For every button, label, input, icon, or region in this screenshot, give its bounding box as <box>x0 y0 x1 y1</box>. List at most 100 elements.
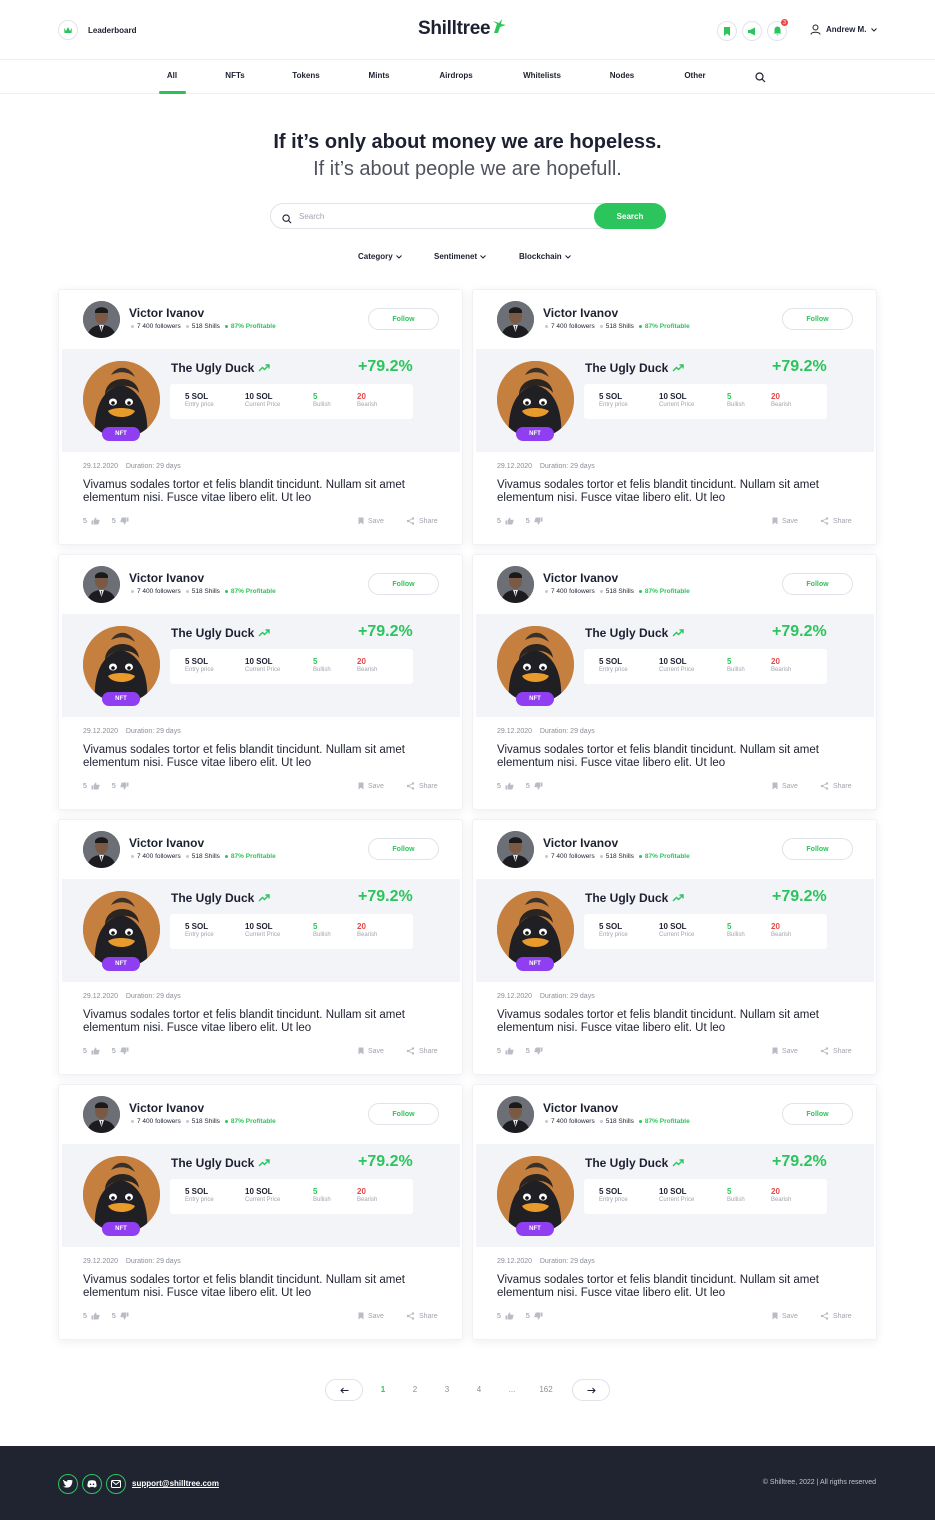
share-button[interactable]: Share <box>833 783 852 790</box>
avatar[interactable] <box>83 1096 120 1133</box>
nft-title[interactable]: The Ugly Duck <box>585 361 685 375</box>
discord-icon[interactable] <box>82 1474 102 1494</box>
shill-card[interactable]: Victor Ivanov 7 400 followers 518 Shills… <box>472 289 877 545</box>
thumbs-down-icon[interactable] <box>120 1047 129 1055</box>
author-name[interactable]: Victor Ivanov <box>129 836 204 850</box>
share-icon[interactable] <box>406 1312 415 1320</box>
nft-title[interactable]: The Ugly Duck <box>585 1156 685 1170</box>
avatar[interactable] <box>497 301 534 338</box>
shill-card[interactable]: Victor Ivanov 7 400 followers 518 Shills… <box>58 289 463 545</box>
avatar[interactable] <box>497 1096 534 1133</box>
logo[interactable]: Shilltree <box>418 18 507 40</box>
follow-button[interactable]: Follow <box>782 1103 853 1125</box>
share-icon[interactable] <box>406 517 415 525</box>
page-number[interactable]: 3 <box>445 1385 449 1394</box>
support-email-link[interactable]: support@shilltree.com <box>132 1479 219 1488</box>
page-number[interactable]: 1 <box>381 1385 385 1394</box>
tab-airdrops[interactable]: Airdrops <box>439 71 472 80</box>
bookmark-icon[interactable] <box>358 782 364 790</box>
tab-nfts[interactable]: NFTs <box>225 71 244 80</box>
thumbs-up-icon[interactable] <box>91 1047 100 1055</box>
thumbs-up-icon[interactable] <box>505 517 514 525</box>
share-icon[interactable] <box>820 1312 829 1320</box>
nft-title[interactable]: The Ugly Duck <box>171 891 271 905</box>
thumbs-down-icon[interactable] <box>120 1312 129 1320</box>
share-button[interactable]: Share <box>419 518 438 525</box>
follow-button[interactable]: Follow <box>782 308 853 330</box>
bookmark-icon[interactable] <box>717 21 737 41</box>
shill-card[interactable]: Victor Ivanov 7 400 followers 518 Shills… <box>58 1084 463 1340</box>
follow-button[interactable]: Follow <box>368 838 439 860</box>
share-button[interactable]: Share <box>833 518 852 525</box>
bookmark-icon[interactable] <box>772 517 778 525</box>
author-name[interactable]: Victor Ivanov <box>543 836 618 850</box>
author-name[interactable]: Victor Ivanov <box>543 571 618 585</box>
nft-title[interactable]: The Ugly Duck <box>171 626 271 640</box>
save-button[interactable]: Save <box>782 1313 798 1320</box>
thumbs-down-icon[interactable] <box>534 1312 543 1320</box>
save-button[interactable]: Save <box>368 783 384 790</box>
bookmark-icon[interactable] <box>358 1047 364 1055</box>
follow-button[interactable]: Follow <box>782 838 853 860</box>
user-menu[interactable]: Andrew M. <box>810 24 878 35</box>
author-name[interactable]: Victor Ivanov <box>543 1101 618 1115</box>
nft-title[interactable]: The Ugly Duck <box>171 1156 271 1170</box>
thumbs-down-icon[interactable] <box>120 782 129 790</box>
share-icon[interactable] <box>406 782 415 790</box>
page-number[interactable]: 4 <box>477 1385 481 1394</box>
shill-card[interactable]: Victor Ivanov 7 400 followers 518 Shills… <box>472 554 877 810</box>
shill-card[interactable]: Victor Ivanov 7 400 followers 518 Shills… <box>472 1084 877 1340</box>
thumbs-down-icon[interactable] <box>534 517 543 525</box>
tab-mints[interactable]: Mints <box>369 71 390 80</box>
save-button[interactable]: Save <box>368 518 384 525</box>
thumbs-down-icon[interactable] <box>534 782 543 790</box>
tab-tokens[interactable]: Tokens <box>292 71 319 80</box>
author-name[interactable]: Victor Ivanov <box>129 571 204 585</box>
page-number[interactable]: 2 <box>413 1385 417 1394</box>
follow-button[interactable]: Follow <box>368 573 439 595</box>
follow-button[interactable]: Follow <box>782 573 853 595</box>
save-button[interactable]: Save <box>368 1313 384 1320</box>
bell-icon[interactable]: 3 <box>767 19 788 41</box>
avatar[interactable] <box>83 566 120 603</box>
bookmark-icon[interactable] <box>358 1312 364 1320</box>
save-button[interactable]: Save <box>782 518 798 525</box>
shill-card[interactable]: Victor Ivanov 7 400 followers 518 Shills… <box>472 819 877 1075</box>
share-button[interactable]: Share <box>419 1313 438 1320</box>
nft-title[interactable]: The Ugly Duck <box>585 891 685 905</box>
twitter-icon[interactable] <box>58 1474 78 1494</box>
thumbs-up-icon[interactable] <box>505 1312 514 1320</box>
filter-blockchain[interactable]: Blockchain <box>519 252 571 261</box>
leaderboard-link[interactable]: Leaderboard <box>58 20 136 40</box>
search-icon[interactable] <box>755 70 766 88</box>
nft-title[interactable]: The Ugly Duck <box>585 626 685 640</box>
thumbs-up-icon[interactable] <box>505 1047 514 1055</box>
thumbs-up-icon[interactable] <box>91 517 100 525</box>
search-input[interactable] <box>299 209 579 224</box>
prev-page-button[interactable] <box>325 1379 363 1401</box>
filter-category[interactable]: Category <box>358 252 402 261</box>
follow-button[interactable]: Follow <box>368 308 439 330</box>
thumbs-down-icon[interactable] <box>120 517 129 525</box>
nft-title[interactable]: The Ugly Duck <box>171 361 271 375</box>
next-page-button[interactable] <box>572 1379 610 1401</box>
thumbs-up-icon[interactable] <box>505 782 514 790</box>
search-button[interactable]: Search <box>594 203 666 229</box>
share-icon[interactable] <box>820 782 829 790</box>
share-icon[interactable] <box>820 517 829 525</box>
save-button[interactable]: Save <box>782 1048 798 1055</box>
page-number[interactable]: 162 <box>539 1385 552 1394</box>
tab-whitelists[interactable]: Whitelists <box>523 71 561 80</box>
bookmark-icon[interactable] <box>772 1312 778 1320</box>
author-name[interactable]: Victor Ivanov <box>543 306 618 320</box>
tab-all[interactable]: All <box>167 71 177 80</box>
author-name[interactable]: Victor Ivanov <box>129 1101 204 1115</box>
mail-icon[interactable] <box>106 1474 126 1494</box>
save-button[interactable]: Save <box>368 1048 384 1055</box>
megaphone-icon[interactable] <box>742 21 762 41</box>
thumbs-down-icon[interactable] <box>534 1047 543 1055</box>
shill-card[interactable]: Victor Ivanov 7 400 followers 518 Shills… <box>58 554 463 810</box>
avatar[interactable] <box>83 831 120 868</box>
thumbs-up-icon[interactable] <box>91 782 100 790</box>
shill-card[interactable]: Victor Ivanov 7 400 followers 518 Shills… <box>58 819 463 1075</box>
